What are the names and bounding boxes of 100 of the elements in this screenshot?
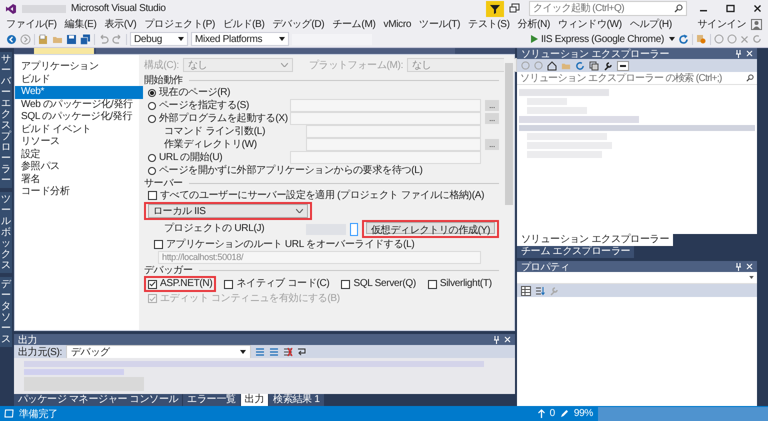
- checkbox[interactable]: Silverlight(T): [428, 278, 492, 290]
- app-logo-icon: [5, 2, 17, 14]
- menu-item[interactable]: 編集(E): [62, 18, 100, 30]
- menu-item[interactable]: vMicro: [380, 18, 414, 30]
- nav-item[interactable]: Web のパッケージ化/発行: [15, 98, 139, 111]
- pin-icon[interactable]: [735, 262, 742, 270]
- browse-button[interactable]: ...: [485, 139, 499, 150]
- pencil-icon[interactable]: [560, 409, 569, 418]
- nav-item[interactable]: 署名: [15, 174, 139, 186]
- pending-changes-count[interactable]: 0: [550, 408, 555, 419]
- sort-icon[interactable]: [535, 286, 545, 296]
- nav-item[interactable]: 設定: [15, 148, 139, 161]
- panel-tab[interactable]: ソリューション エクスプローラー: [517, 234, 673, 246]
- text-field[interactable]: [306, 125, 481, 138]
- nav-item[interactable]: ビルド イベント: [15, 124, 139, 136]
- radio-button[interactable]: ページを開かずに外部アプリケーションからの要求を待つ(L): [148, 164, 423, 176]
- list-icon[interactable]: [255, 346, 266, 356]
- configuration-dropdown[interactable]: Debug: [130, 32, 188, 46]
- text-field[interactable]: [306, 138, 481, 151]
- panel-tab[interactable]: チーム エクスプローラー: [517, 246, 634, 258]
- close-icon[interactable]: [746, 263, 753, 270]
- radio-button[interactable]: 外部プログラムを起動する(X): [148, 112, 286, 124]
- side-tab[interactable]: データソース: [0, 277, 12, 347]
- refresh-icon[interactable]: [575, 60, 585, 70]
- create-virtual-directory-button[interactable]: 仮想ディレクトリの作成(Y): [366, 222, 496, 234]
- undo-icon[interactable]: [98, 34, 109, 44]
- word-wrap-icon[interactable]: [297, 346, 308, 356]
- text-field[interactable]: [290, 112, 481, 125]
- checkbox[interactable]: SQL Server(Q): [341, 278, 416, 290]
- checkbox[interactable]: ネイティブ コード(C): [224, 278, 330, 290]
- nav-item[interactable]: Web*: [15, 86, 143, 98]
- caret-icon[interactable]: [669, 37, 675, 41]
- sign-in-link[interactable]: サインイン: [694, 18, 749, 30]
- nav-item[interactable]: 参照パス: [15, 161, 139, 174]
- panel-title: プロパティ: [521, 260, 570, 274]
- text-field[interactable]: [290, 151, 481, 164]
- save-all-icon[interactable]: [80, 34, 91, 44]
- back-icon[interactable]: [6, 34, 17, 44]
- menu-item[interactable]: 表示(V): [102, 18, 140, 30]
- search-icon: [746, 74, 754, 82]
- clear-icon[interactable]: [283, 346, 294, 356]
- menu-item[interactable]: プロジェクト(P): [141, 18, 218, 30]
- menu-item[interactable]: ウィンドウ(W): [555, 18, 625, 30]
- grid-icon[interactable]: [521, 286, 531, 296]
- side-tab[interactable]: サーバーエクスプローラー: [0, 52, 12, 188]
- menu-item[interactable]: 分析(N): [514, 18, 554, 30]
- menu-item[interactable]: ファイル(F): [3, 18, 60, 30]
- output-source-dropdown[interactable]: デバッグ: [66, 344, 252, 358]
- nav-item[interactable]: コード分析: [15, 186, 139, 198]
- menu-item[interactable]: ビルド(B): [220, 18, 268, 30]
- url-field[interactable]: [350, 222, 358, 236]
- zoom-level[interactable]: 99%: [574, 408, 593, 419]
- panel-tab[interactable]: パッケージ マネージャー コンソール: [14, 394, 182, 406]
- checkbox[interactable]: すべてのユーザーにサーバー設定を適用 (プロジェクト ファイルに格納)(A): [148, 190, 484, 202]
- radio-button[interactable]: URL の開始(U): [148, 152, 286, 164]
- text-field[interactable]: [290, 99, 481, 112]
- panel-tab[interactable]: 検索結果 1: [269, 394, 324, 406]
- platform-dropdown[interactable]: Mixed Platforms: [191, 32, 289, 46]
- wrench-icon[interactable]: [603, 60, 613, 70]
- forward-icon[interactable]: [20, 34, 31, 44]
- nav-item[interactable]: ビルド: [15, 74, 139, 86]
- funnel-icon[interactable]: [486, 0, 504, 16]
- menu-item[interactable]: ヘルプ(H): [626, 18, 675, 30]
- nav-item[interactable]: アプリケーション: [15, 61, 139, 74]
- panel-tab[interactable]: 出力: [240, 394, 268, 406]
- radio-button[interactable]: ページを指定する(S): [148, 100, 286, 112]
- scrollbar[interactable]: [504, 55, 514, 330]
- pin-icon[interactable]: [493, 336, 500, 344]
- checkbox[interactable]: アプリケーションのルート URL をオーバーライドする(L): [154, 238, 414, 250]
- feedback-icon[interactable]: [509, 3, 520, 14]
- pin-icon[interactable]: [735, 50, 742, 58]
- menu-item[interactable]: テスト(S): [465, 18, 513, 30]
- refresh-icon[interactable]: [752, 34, 762, 44]
- browse-button[interactable]: ...: [485, 100, 499, 111]
- new-project-icon[interactable]: [38, 34, 49, 44]
- save-icon[interactable]: [66, 34, 77, 44]
- side-tab[interactable]: ツールボックス: [0, 192, 12, 273]
- refresh-icon[interactable]: [678, 34, 689, 44]
- menu-item[interactable]: チーム(M): [329, 18, 379, 30]
- cross-icon[interactable]: [740, 34, 749, 44]
- menu-item[interactable]: ツール(T): [416, 18, 464, 30]
- radio-button[interactable]: 現在のページ(R): [148, 86, 230, 98]
- run-button[interactable]: IIS Express (Google Chrome): [528, 32, 666, 46]
- checkbox[interactable]: ASP.NET(N): [148, 278, 212, 290]
- circle-icon[interactable]: [727, 34, 737, 44]
- nav-item[interactable]: SQL のパッケージ化/発行: [15, 111, 139, 124]
- up-arrow-icon[interactable]: [538, 409, 545, 418]
- close-icon[interactable]: [504, 336, 511, 343]
- circle-icon[interactable]: [714, 34, 724, 44]
- account-icon[interactable]: [751, 18, 762, 30]
- nav-item[interactable]: リソース: [15, 136, 139, 148]
- menu-item[interactable]: デバッグ(D): [270, 18, 328, 30]
- panel-tab[interactable]: エラー一覧: [183, 394, 240, 406]
- quick-launch-field[interactable]: クイック起動 (Ctrl+Q): [529, 1, 687, 16]
- server-dropdown[interactable]: ローカル IIS: [148, 204, 308, 218]
- home-icon[interactable]: [547, 60, 557, 70]
- redo-icon[interactable]: [112, 34, 123, 44]
- close-icon[interactable]: [746, 50, 753, 57]
- list-icon[interactable]: [269, 346, 280, 356]
- browse-button[interactable]: ...: [485, 113, 499, 124]
